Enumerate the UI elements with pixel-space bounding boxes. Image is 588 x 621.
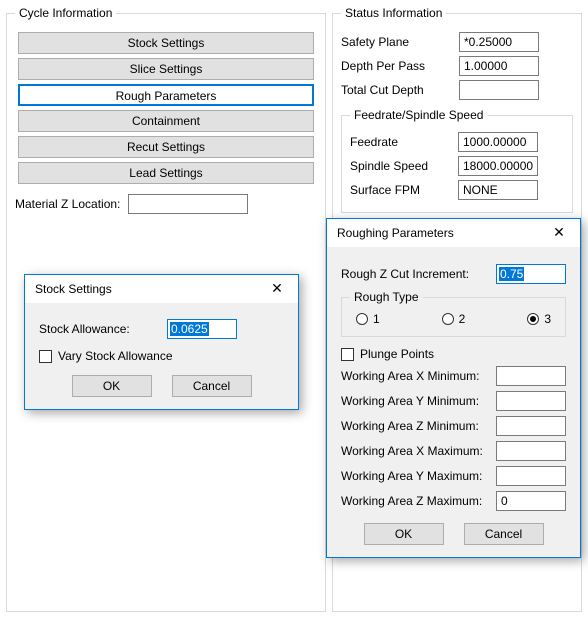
close-icon[interactable]: ✕ bbox=[544, 223, 574, 243]
zmin-input[interactable] bbox=[496, 416, 566, 436]
lead-settings-button[interactable]: Lead Settings bbox=[18, 162, 314, 184]
ymax-input[interactable] bbox=[496, 466, 566, 486]
xmin-input[interactable] bbox=[496, 366, 566, 386]
xmax-label: Working Area X Maximum: bbox=[341, 444, 496, 458]
total-cut-depth-input[interactable] bbox=[459, 80, 539, 100]
slice-settings-button[interactable]: Slice Settings bbox=[18, 58, 314, 80]
rough-z-increment-label: Rough Z Cut Increment: bbox=[341, 267, 496, 281]
vary-stock-allowance-label: Vary Stock Allowance bbox=[58, 349, 173, 363]
plunge-points-checkbox[interactable]: Plunge Points bbox=[341, 347, 434, 361]
recut-settings-button[interactable]: Recut Settings bbox=[18, 136, 314, 158]
surface-fpm-label: Surface FPM bbox=[350, 183, 450, 197]
roughing-parameters-dialog: Roughing Parameters ✕ Rough Z Cut Increm… bbox=[326, 218, 581, 558]
checkbox-icon bbox=[341, 348, 354, 361]
safety-plane-input[interactable] bbox=[459, 32, 539, 52]
rough-type-3-radio[interactable]: 3 bbox=[527, 312, 551, 326]
containment-button[interactable]: Containment bbox=[18, 110, 314, 132]
cancel-button[interactable]: Cancel bbox=[172, 375, 252, 397]
zmax-input[interactable] bbox=[496, 491, 566, 511]
spindle-speed-label: Spindle Speed bbox=[350, 159, 450, 173]
surface-fpm-input[interactable] bbox=[458, 180, 538, 200]
ymin-input[interactable] bbox=[496, 391, 566, 411]
close-icon[interactable]: ✕ bbox=[262, 279, 292, 299]
stock-allowance-input[interactable]: 0.0625 bbox=[167, 319, 237, 339]
cycle-information-legend: Cycle Information bbox=[15, 6, 116, 20]
rough-type-legend: Rough Type bbox=[350, 290, 423, 304]
stock-dialog-titlebar[interactable]: Stock Settings ✕ bbox=[25, 275, 298, 303]
roughing-dialog-titlebar[interactable]: Roughing Parameters ✕ bbox=[327, 219, 580, 247]
material-z-label: Material Z Location: bbox=[15, 197, 120, 211]
total-cut-depth-label: Total Cut Depth bbox=[341, 83, 451, 97]
depth-per-pass-label: Depth Per Pass bbox=[341, 59, 451, 73]
feedrate-spindle-group: Feedrate/Spindle Speed Feedrate Spindle … bbox=[341, 108, 573, 213]
rough-z-increment-input[interactable]: 0.75 bbox=[496, 264, 566, 284]
ymax-label: Working Area Y Maximum: bbox=[341, 469, 496, 483]
zmin-label: Working Area Z Minimum: bbox=[341, 419, 496, 433]
stock-dialog-title: Stock Settings bbox=[35, 282, 262, 296]
status-information-legend: Status Information bbox=[341, 6, 446, 20]
ok-button[interactable]: OK bbox=[72, 375, 152, 397]
rough-type-2-radio[interactable]: 2 bbox=[442, 312, 466, 326]
radio-icon bbox=[527, 313, 539, 325]
stock-settings-button[interactable]: Stock Settings bbox=[18, 32, 314, 54]
stock-allowance-label: Stock Allowance: bbox=[39, 322, 159, 336]
depth-per-pass-input[interactable] bbox=[459, 56, 539, 76]
roughing-dialog-title: Roughing Parameters bbox=[337, 226, 544, 240]
radio-icon bbox=[442, 313, 454, 325]
feedrate-input[interactable] bbox=[458, 132, 538, 152]
xmax-input[interactable] bbox=[496, 441, 566, 461]
material-z-input[interactable] bbox=[128, 194, 248, 214]
rough-parameters-button[interactable]: Rough Parameters bbox=[18, 84, 314, 106]
ok-button[interactable]: OK bbox=[364, 523, 444, 545]
rough-type-group: Rough Type 1 2 3 bbox=[341, 290, 566, 337]
feedrate-spindle-legend: Feedrate/Spindle Speed bbox=[350, 108, 487, 122]
xmin-label: Working Area X Minimum: bbox=[341, 369, 496, 383]
cancel-button[interactable]: Cancel bbox=[464, 523, 544, 545]
checkbox-icon bbox=[39, 350, 52, 363]
safety-plane-label: Safety Plane bbox=[341, 35, 451, 49]
rough-type-1-radio[interactable]: 1 bbox=[356, 312, 380, 326]
stock-settings-dialog: Stock Settings ✕ Stock Allowance: 0.0625… bbox=[24, 274, 299, 410]
spindle-speed-input[interactable] bbox=[458, 156, 538, 176]
ymin-label: Working Area Y Minimum: bbox=[341, 394, 496, 408]
radio-icon bbox=[356, 313, 368, 325]
vary-stock-allowance-checkbox[interactable]: Vary Stock Allowance bbox=[39, 349, 173, 363]
feedrate-label: Feedrate bbox=[350, 135, 450, 149]
plunge-points-label: Plunge Points bbox=[360, 347, 434, 361]
zmax-label: Working Area Z Maximum: bbox=[341, 494, 496, 508]
